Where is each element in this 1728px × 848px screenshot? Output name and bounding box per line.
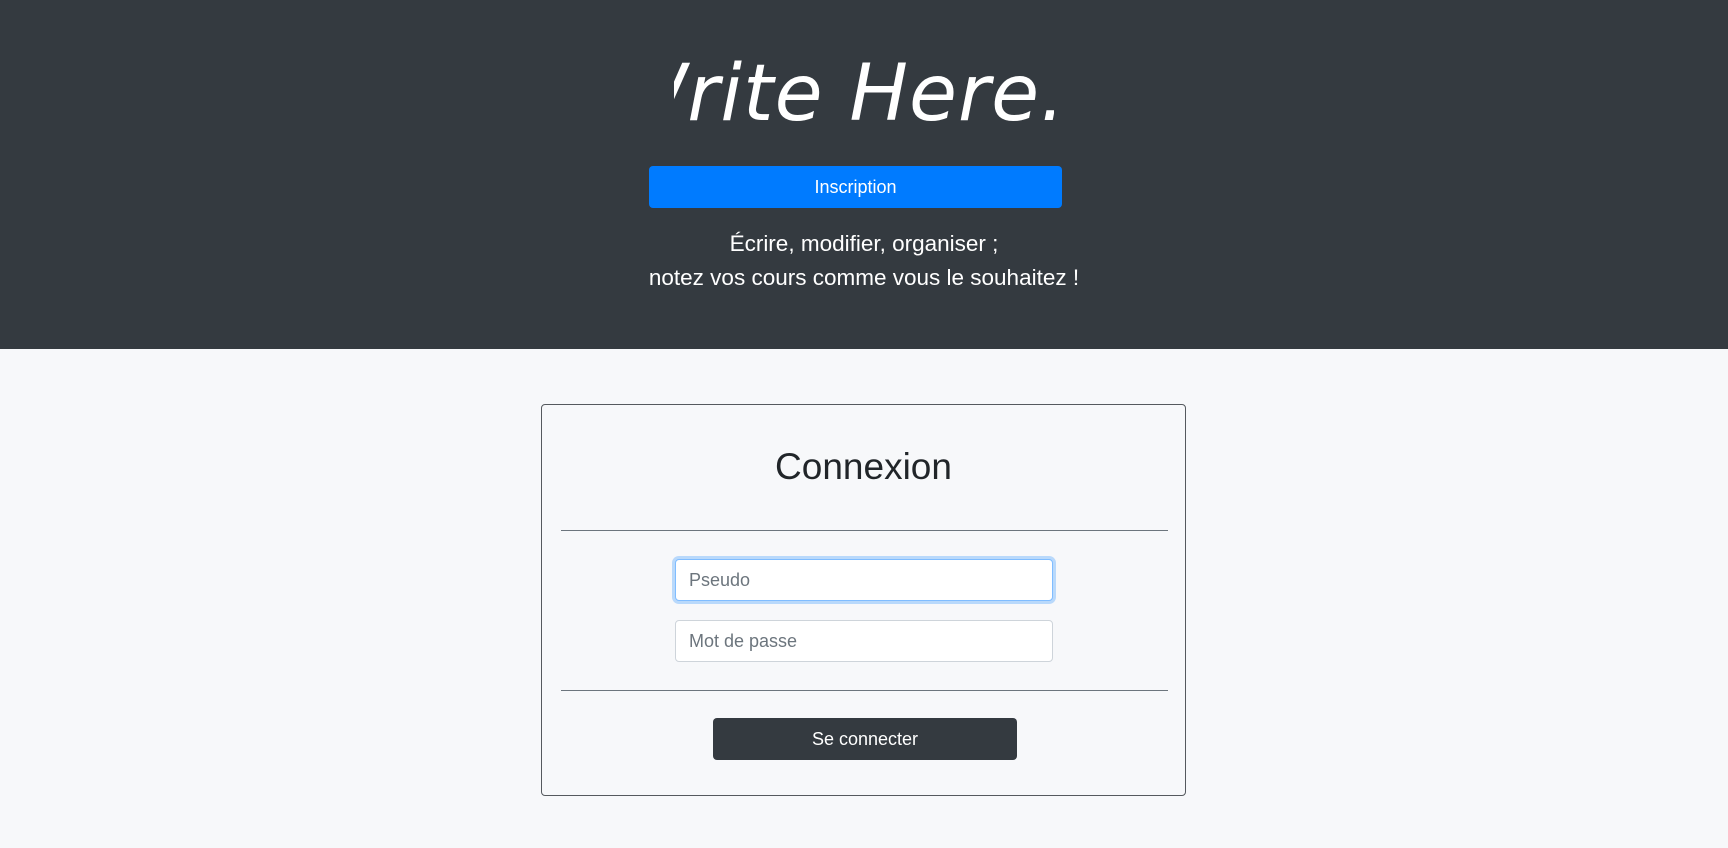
login-card: Connexion Se connecter [541, 404, 1186, 796]
hero-header: Write Here... Inscription Écrire, modifi… [0, 0, 1728, 349]
password-input[interactable] [675, 620, 1053, 662]
logo-wordmark: Write Here... [674, 49, 1054, 136]
divider-top [561, 530, 1168, 531]
tagline: Écrire, modifier, organiser ; notez vos … [0, 227, 1728, 295]
username-input[interactable] [675, 559, 1053, 601]
logo: Write Here... [0, 36, 1728, 136]
tagline-line-2: notez vos cours comme vous le souhaitez … [648, 265, 1080, 290]
signup-button[interactable]: Inscription [649, 166, 1062, 208]
tagline-line-1: Écrire, modifier, organiser ; [729, 231, 999, 256]
login-title: Connexion [775, 446, 952, 487]
login-button[interactable]: Se connecter [713, 718, 1017, 760]
logo-text: Write Here... [674, 49, 1054, 136]
divider-bottom [561, 690, 1168, 691]
